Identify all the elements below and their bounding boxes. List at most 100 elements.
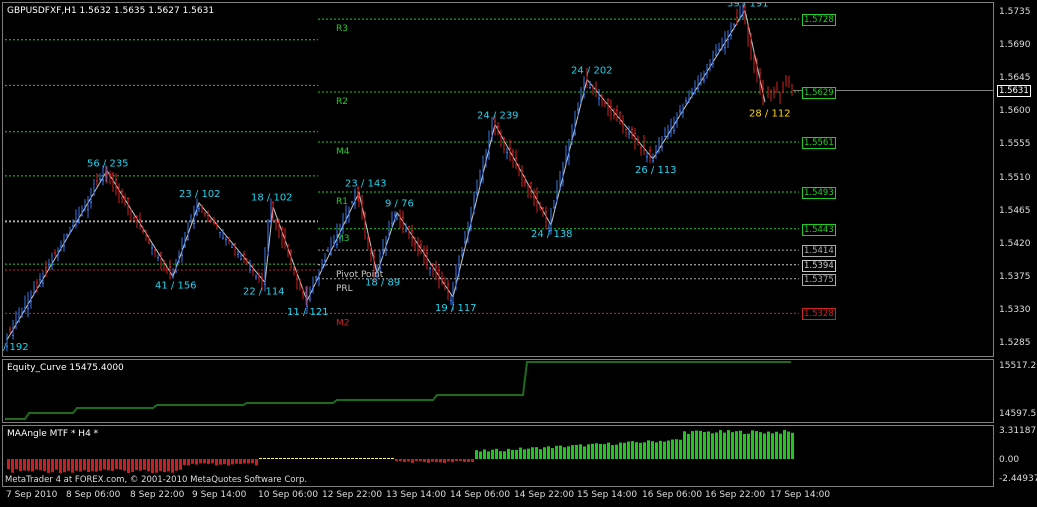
ma-bar [707, 431, 710, 459]
price-scale-label: 1.5690 [999, 40, 1031, 51]
price-scale-label: 1.5330 [999, 304, 1031, 315]
ma-bar [739, 430, 742, 459]
ma-bar [467, 459, 470, 462]
time-axis[interactable]: 7 Sep 2010 8 Sep 06:00 8 Sep 22:00 9 Sep 14… [2, 489, 994, 505]
time-axis-label: 8 Sep 22:00 [130, 490, 185, 500]
ma-angle-title: MAAngle MTF * H4 * [7, 429, 99, 439]
ma-bar [155, 459, 158, 473]
equity-curve-panel[interactable]: Equity_Curve 15475.4000 [2, 359, 994, 423]
ma-bar [223, 459, 226, 465]
ma-bar [219, 459, 222, 465]
ma-scale-mid: 0.00 [999, 455, 1020, 465]
ma-bar [687, 433, 690, 459]
ma-bar [291, 458, 294, 459]
ma-bar [187, 459, 190, 466]
ma-bar [519, 447, 522, 459]
ma-bar [391, 458, 394, 459]
ma-bar [307, 458, 310, 459]
ma-bar [383, 458, 386, 459]
ma-bar [643, 442, 646, 459]
ma-bar [727, 430, 730, 459]
ma-bar [503, 451, 506, 459]
ma-bar [347, 458, 350, 459]
ma-bar [87, 459, 90, 473]
time-axis-label: 16 Sep 22:00 [705, 490, 766, 500]
ma-bar [663, 441, 666, 459]
ma-bar [267, 458, 270, 459]
ma-bar [603, 444, 606, 459]
ma-bar [95, 459, 98, 472]
ma-scale-top: 3.311875 [999, 426, 1037, 436]
ma-bar [555, 445, 558, 459]
pivot-level-value: 1.5561 [802, 136, 836, 149]
ma-bar [627, 441, 630, 459]
ma-bar [427, 459, 430, 463]
time-axis-label: 14 Sep 06:00 [450, 490, 511, 500]
ma-bar [655, 442, 658, 459]
ma-bar [551, 448, 554, 459]
ma-bar [523, 449, 526, 459]
zigzag-label: 28 / 112 [749, 108, 791, 119]
ma-bar [731, 432, 734, 459]
ma-bar [207, 459, 210, 464]
ma-bar [491, 449, 494, 459]
price-scale[interactable]: 1.5735 1.5690 1.5645 1.5600 1.5555 1.5510 1.54… [996, 2, 1037, 357]
ma-bar [539, 449, 542, 459]
ma-bar [531, 447, 534, 459]
ma-bar [527, 448, 530, 459]
ma-bar [487, 451, 490, 459]
ma-bar [59, 459, 62, 473]
zigzag-label: 24 / 239 [477, 110, 519, 121]
ma-bar [327, 458, 330, 459]
ma-bar [79, 459, 82, 472]
ma-bar [147, 459, 150, 472]
equity-title: Equity_Curve 15475.4000 [7, 363, 124, 373]
time-axis-label: 8 Sep 06:00 [66, 490, 121, 500]
ma-bar [367, 458, 370, 459]
ma-bar [215, 459, 218, 466]
pivot-level-label: PRL [336, 284, 353, 294]
ma-bar [371, 458, 374, 459]
ma-bar [35, 459, 38, 470]
ma-bar [479, 451, 482, 459]
price-chart-canvas[interactable]: R3R2M4R1M3Pivot PointPRLM2/ 19256 / 2354… [3, 3, 993, 356]
ma-bar [287, 458, 290, 459]
ma-bar [395, 459, 398, 462]
ma-bar [227, 459, 230, 466]
ma-bar [255, 459, 258, 466]
ma-bar [259, 458, 262, 459]
ma-bar [611, 445, 614, 459]
pivot-level-label: R2 [336, 97, 348, 107]
price-scale-label: 1.5285 [999, 337, 1031, 348]
ma-angle-panel[interactable]: MAAngle MTF * H4 * MetaTrader 4 at FOREX… [2, 425, 994, 487]
pivot-level-label: M4 [336, 147, 350, 157]
ma-bar [111, 459, 114, 471]
equity-scale: 15517.20 14597.55 [996, 359, 1037, 423]
ma-bar [203, 459, 206, 464]
ma-bar [167, 459, 170, 472]
ma-bar [767, 431, 770, 459]
time-axis-label: 10 Sep 06:00 [258, 490, 319, 500]
ma-bar [567, 446, 570, 459]
price-chart-panel[interactable]: R3 R2 M4 R1 M3 Pivot Point PRL M2/ 192 56 / 235 4… [2, 2, 994, 357]
ma-bar [275, 458, 278, 459]
pivot-level-value: 1.5375 [802, 273, 836, 286]
price-scale-label: 1.5510 [999, 172, 1031, 183]
time-axis-label: 9 Sep 14:00 [192, 490, 247, 500]
ma-bar [7, 459, 10, 469]
ma-bar [563, 447, 566, 459]
zigzag-label: 18 / 102 [251, 193, 293, 204]
time-axis-label: 17 Sep 14:00 [770, 490, 831, 500]
ma-bar [123, 459, 126, 471]
pivot-level-label: M2 [336, 318, 350, 328]
equity-scale-top: 15517.20 [999, 361, 1037, 371]
ma-bar [747, 433, 750, 459]
ma-scale: 3.311875 0.00 -2.449375 [996, 425, 1037, 487]
zigzag-label: 9 / 76 [385, 199, 414, 210]
ma-bar [587, 444, 590, 459]
ma-bar [751, 430, 754, 459]
zigzag-label: 11 / 121 [287, 307, 329, 318]
ma-bar [11, 459, 14, 473]
ma-bar [419, 459, 422, 462]
ma-bar [667, 440, 670, 459]
